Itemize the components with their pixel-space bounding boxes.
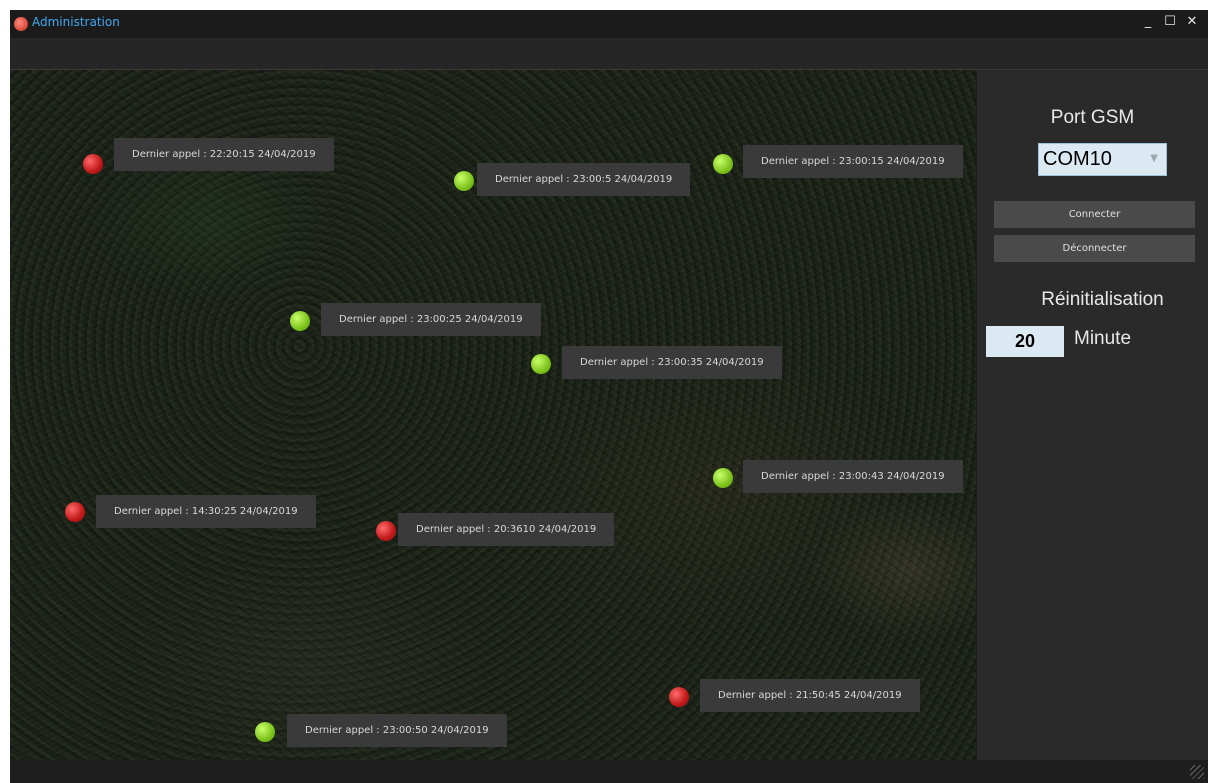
reset-minutes-input[interactable]: 20	[986, 326, 1064, 357]
connect-button[interactable]: Connecter	[994, 201, 1195, 228]
chevron-down-icon: ▼	[1150, 153, 1158, 164]
title-bar[interactable]: Administration _ ☐ ✕	[10, 10, 1208, 38]
marker-label: Dernier appel : 22:20:15 24/04/2019	[114, 138, 334, 171]
marker-green[interactable]	[255, 722, 275, 742]
minimize-button[interactable]: _	[1138, 12, 1158, 32]
marker-label: Dernier appel : 14:30:25 24/04/2019	[96, 495, 316, 528]
port-select[interactable]: COM10 ▼	[1038, 143, 1167, 176]
marker-label: Dernier appel : 23:00:15 24/04/2019	[743, 145, 963, 178]
close-button[interactable]: ✕	[1182, 12, 1202, 32]
maximize-button[interactable]: ☐	[1160, 12, 1180, 32]
port-gsm-title: Port GSM	[1050, 107, 1135, 128]
marker-label: Dernier appel : 20:3610 24/04/2019	[398, 513, 615, 546]
marker-green[interactable]	[290, 311, 310, 331]
disconnect-button[interactable]: Déconnecter	[994, 235, 1195, 262]
marker-green[interactable]	[454, 171, 474, 191]
marker-green[interactable]	[713, 154, 733, 174]
menu-bar	[10, 38, 1208, 70]
status-bar	[10, 760, 1208, 783]
marker-red[interactable]	[669, 687, 689, 707]
marker-red[interactable]	[376, 521, 396, 541]
marker-label: Dernier appel : 23:00:50 24/04/2019	[287, 714, 507, 747]
marker-label: Dernier appel : 23:00:35 24/04/2019	[562, 346, 782, 379]
resize-grip-icon[interactable]	[1190, 765, 1204, 779]
marker-label: Dernier appel : 21:50:45 24/04/2019	[700, 679, 920, 712]
marker-green[interactable]	[713, 468, 733, 488]
marker-red[interactable]	[65, 502, 85, 522]
app-window: Administration _ ☐ ✕ Dernier appel : 22:…	[10, 10, 1208, 783]
satellite-map[interactable]: Dernier appel : 22:20:15 24/04/2019 Dern…	[10, 70, 976, 760]
window-title: Administration	[32, 15, 120, 29]
minute-label: Minute	[1074, 328, 1132, 349]
marker-red[interactable]	[83, 154, 103, 174]
port-select-value: COM10	[1043, 148, 1112, 170]
app-logo-icon	[14, 17, 28, 31]
marker-green[interactable]	[531, 354, 551, 374]
reset-title: Réinitialisation	[1041, 289, 1164, 310]
marker-label: Dernier appel : 23:00:5 24/04/2019	[477, 163, 691, 196]
marker-label: Dernier appel : 23:00:43 24/04/2019	[743, 460, 963, 493]
control-panel: Port GSM COM10 ▼ Connecter Déconnecter R…	[977, 70, 1208, 760]
marker-label: Dernier appel : 23:00:25 24/04/2019	[321, 303, 541, 336]
